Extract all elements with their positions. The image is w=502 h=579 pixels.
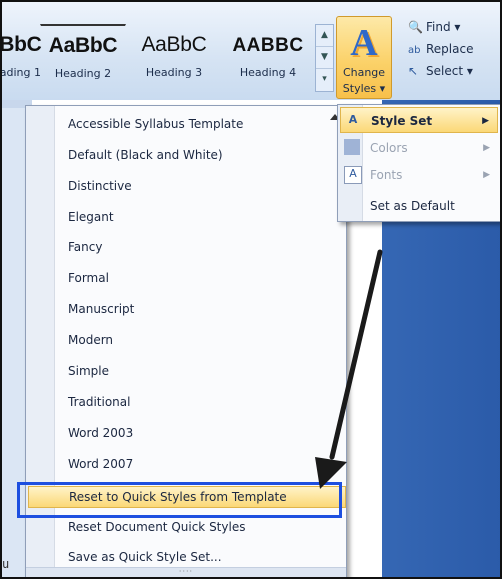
quick-style-heading-1[interactable]: AaBbC Heading 1	[0, 24, 42, 92]
fonts-menu-item[interactable]: A Fonts ▶	[340, 162, 498, 188]
editing-group: 🔍 Find ▾ ab Replace ↖ Select ▾	[400, 16, 500, 82]
style-set-item[interactable]: Manuscript	[68, 299, 134, 319]
quick-style-label: Heading 2	[54, 67, 112, 80]
style-set-item[interactable]: Fancy	[68, 237, 102, 257]
style-set-item[interactable]: Formal	[68, 268, 109, 288]
quick-style-heading-3[interactable]: AaBbC Heading 3	[129, 24, 219, 92]
style-set-item[interactable]: Word 2003	[68, 423, 133, 443]
change-styles-menu: A Style Set ▶ Colors ▶ A Fonts ▶ Set as …	[337, 104, 500, 222]
change-styles-button[interactable]: A Change Styles ▾	[336, 16, 392, 99]
change-styles-icon: A	[350, 22, 378, 64]
change-styles-label-line1: Change	[342, 66, 386, 79]
scroll-up-icon[interactable]: ▲	[316, 25, 333, 47]
select-button[interactable]: ↖ Select ▾	[400, 60, 500, 82]
colors-menu-item[interactable]: Colors ▶	[340, 135, 498, 161]
fonts-icon: A	[344, 166, 362, 184]
save-as-quick-style-set-item[interactable]: Save as Quick Style Set...	[68, 547, 222, 567]
replace-icon: ab	[408, 45, 421, 56]
quick-style-sample: AABBC	[232, 35, 304, 56]
submenu-arrow-icon: ▶	[483, 143, 490, 153]
scroll-down-icon[interactable]: ▼	[316, 47, 333, 69]
quick-style-sample: AaBbC	[0, 33, 42, 56]
set-as-default-label: Set as Default	[370, 199, 455, 213]
style-set-item[interactable]: Distinctive	[68, 176, 132, 196]
quick-style-sample: AaBbC	[48, 34, 118, 57]
more-styles-icon[interactable]: ▾	[316, 69, 333, 90]
document-text: u	[2, 557, 10, 571]
submenu-arrow-icon: ▶	[482, 116, 489, 126]
style-set-icon: A	[348, 113, 358, 126]
quick-styles-scroller[interactable]: ▲ ▼ ▾	[315, 24, 334, 92]
select-icon: ↖	[408, 64, 419, 78]
style-set-item[interactable]: Word 2007	[68, 454, 133, 474]
select-label: Select ▾	[426, 64, 473, 78]
quick-style-sample: AaBbC	[141, 33, 207, 56]
style-set-item[interactable]: Elegant	[68, 207, 114, 227]
change-styles-label-line2: Styles ▾	[342, 82, 386, 95]
set-as-default-menu-item[interactable]: Set as Default	[340, 193, 498, 219]
style-set-item[interactable]: Default (Black and White)	[68, 145, 223, 165]
find-button[interactable]: 🔍 Find ▾	[400, 16, 500, 38]
menu-resize-grip[interactable]: ····	[26, 567, 346, 577]
quick-style-label: Heading 4	[239, 66, 297, 79]
style-set-item[interactable]: Traditional	[68, 392, 130, 412]
find-icon: 🔍	[408, 20, 423, 34]
quick-style-label: Heading 1	[0, 66, 41, 79]
style-set-label: Style Set	[371, 114, 433, 128]
colors-label: Colors	[370, 141, 408, 155]
fonts-label: Fonts	[370, 168, 403, 182]
window-frame: AaBbC Heading 1 AaBbC Heading 2 AaBbC He…	[0, 0, 502, 579]
quick-style-heading-2[interactable]: AaBbC Heading 2	[40, 24, 126, 93]
find-label: Find ▾	[426, 20, 461, 34]
colors-icon	[344, 139, 360, 155]
style-set-menu-item[interactable]: A Style Set ▶	[340, 107, 498, 133]
replace-label: Replace	[426, 42, 474, 56]
submenu-arrow-icon: ▶	[483, 170, 490, 180]
style-set-item[interactable]: Accessible Syllabus Template	[68, 114, 243, 134]
style-set-item[interactable]: Simple	[68, 361, 109, 381]
quick-style-heading-4[interactable]: AABBC Heading 4	[222, 24, 314, 92]
annotation-highlight-box	[17, 482, 342, 518]
style-set-item[interactable]: Modern	[68, 330, 113, 350]
ribbon: AaBbC Heading 1 AaBbC Heading 2 AaBbC He…	[2, 2, 500, 101]
replace-button[interactable]: ab Replace	[400, 38, 500, 60]
quick-style-label: Heading 3	[145, 66, 203, 79]
reset-document-quick-styles-item[interactable]: Reset Document Quick Styles	[68, 517, 245, 537]
